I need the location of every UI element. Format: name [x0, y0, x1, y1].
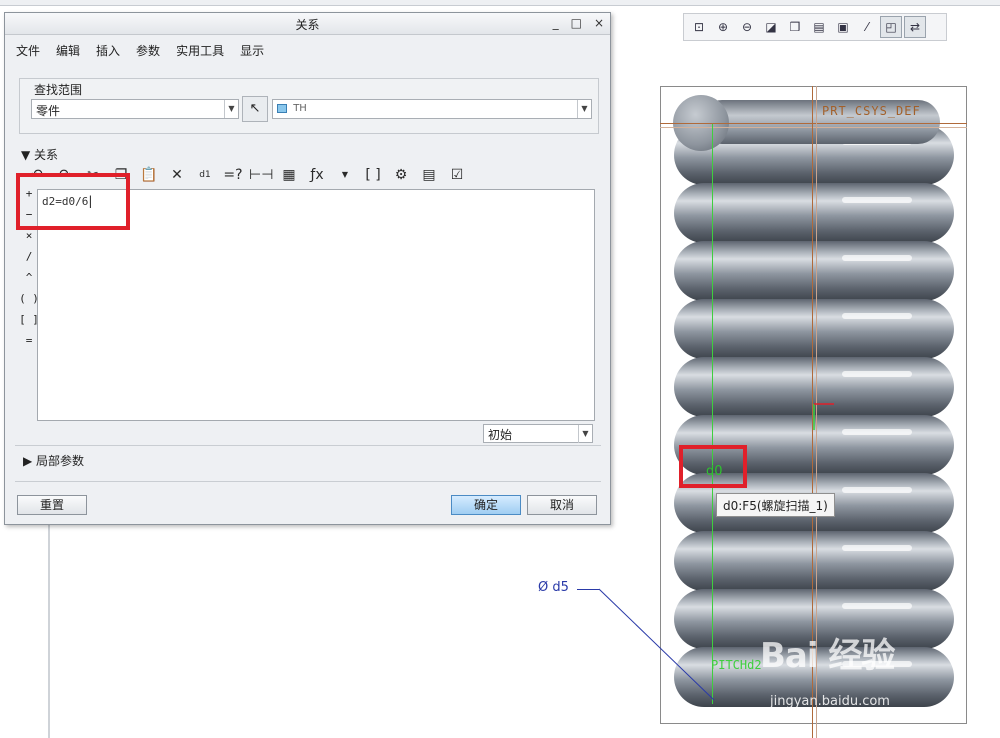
cancel-button[interactable]: 取消 — [527, 495, 597, 515]
part-icon — [277, 103, 287, 113]
menu-file[interactable]: 文件 — [16, 42, 40, 58]
datum-display-icon[interactable]: ⁄ — [856, 16, 878, 38]
diameter-leader-line — [599, 588, 715, 701]
zoom-fit-icon[interactable]: ⊡ — [688, 16, 710, 38]
top-toolbar-strip — [0, 0, 1000, 6]
annotation-highlight-box — [16, 173, 130, 230]
lookin-object-value: TH — [293, 103, 307, 114]
operator-equals[interactable]: = — [19, 334, 39, 355]
menu-edit[interactable]: 编辑 — [56, 42, 80, 58]
spin-center-icon[interactable]: ◰ — [880, 16, 902, 38]
menu-display[interactable]: 显示 — [240, 42, 264, 58]
view-orient-icon[interactable]: ❒ — [784, 16, 806, 38]
annotation-highlight-box — [679, 445, 747, 488]
divider — [15, 481, 601, 482]
operator-parentheses[interactable]: ( ) — [19, 292, 39, 313]
zoom-in-icon[interactable]: ⊕ — [712, 16, 734, 38]
lookin-group: 查找范围 零件 ▼ ↖ TH ▼ — [19, 78, 599, 134]
operator-multiply[interactable]: × — [19, 229, 39, 250]
local-params-label: 局部参数 — [36, 454, 85, 468]
delete-icon[interactable]: ✕ — [165, 164, 189, 186]
function-icon[interactable]: ƒx — [305, 164, 329, 186]
chevron-down-icon: ▼ — [577, 100, 591, 118]
reset-button[interactable]: 重置 — [17, 495, 87, 515]
relation-state-select[interactable]: 初始 ▼ — [483, 424, 593, 443]
chevron-down-icon: ▼ — [578, 425, 592, 443]
diameter-dimension[interactable]: Ø d5 — [538, 580, 569, 595]
repaint-icon[interactable]: ◪ — [760, 16, 782, 38]
sort-relations-icon[interactable]: ⚙ — [389, 164, 413, 186]
operator-power[interactable]: ^ — [19, 271, 39, 292]
sort-icon[interactable]: ▦ — [277, 164, 301, 186]
lookin-type-value: 零件 — [36, 104, 61, 118]
operator-brackets[interactable]: [ ] — [19, 313, 39, 334]
dimension-tooltip: d0:F5(螺旋扫描_1) — [716, 493, 835, 517]
watermark-url: jingyan.baidu.com — [770, 694, 890, 709]
menu-parameters[interactable]: 参数 — [136, 42, 160, 58]
divider — [15, 445, 601, 446]
relations-section-header[interactable]: ▼ 关系 — [21, 146, 58, 163]
diameter-leader — [577, 589, 599, 590]
spring-coil — [674, 531, 954, 591]
model-tree-border — [48, 520, 50, 738]
paste-icon[interactable]: 📋 — [137, 164, 161, 186]
local-params-header[interactable]: ▶ 局部参数 — [23, 452, 84, 469]
collapse-triangle-icon: ▼ — [21, 148, 35, 162]
expand-triangle-icon: ▶ — [23, 454, 37, 468]
dialog-title: 关系 — [295, 18, 320, 32]
saved-views-icon[interactable]: ▤ — [808, 16, 830, 38]
spring-coil — [674, 299, 954, 359]
measure-icon[interactable]: ⊢⊣ — [249, 164, 273, 186]
zoom-out-icon[interactable]: ⊖ — [736, 16, 758, 38]
datum-plane-line — [660, 127, 967, 128]
operator-divide[interactable]: / — [19, 250, 39, 271]
view-toolbar: ⊡ ⊕ ⊖ ◪ ❒ ▤ ▣ ⁄ ◰ ⇄ — [683, 13, 947, 41]
maximize-icon[interactable]: □ — [571, 16, 582, 30]
menu-insert[interactable]: 插入 — [96, 42, 120, 58]
close-icon[interactable]: × — [594, 16, 604, 30]
relation-state-value: 初始 — [488, 428, 513, 442]
dialog-titlebar[interactable]: 关系 _ □ × — [5, 13, 610, 35]
spring-coil — [674, 183, 954, 243]
chevron-down-icon[interactable]: ▼ — [333, 164, 357, 186]
menu-utilities[interactable]: 实用工具 — [176, 42, 224, 58]
display-style-icon[interactable]: ▣ — [832, 16, 854, 38]
lookin-type-select[interactable]: 零件 ▼ — [31, 99, 239, 119]
axis-marker-icon — [813, 403, 834, 430]
relations-header-label: 关系 — [34, 148, 59, 162]
spring-coil — [674, 241, 954, 301]
relations-dialog: 关系 _ □ × 文件 编辑 插入 参数 实用工具 显示 查找范围 零件 ▼ ↖… — [4, 12, 611, 525]
menu-bar: 文件 编辑 插入 参数 实用工具 显示 — [5, 35, 610, 65]
datum-plane-line — [660, 123, 967, 124]
verify-icon[interactable]: =? — [221, 164, 245, 186]
watermark-logo: Bai 经验 — [760, 636, 895, 676]
minimize-icon[interactable]: _ — [553, 16, 559, 30]
annotation-icon[interactable]: ⇄ — [904, 16, 926, 38]
parameters-icon[interactable]: [ ] — [361, 164, 385, 186]
switch-values-icon[interactable]: d1 — [193, 164, 217, 186]
csys-label: PRT_CSYS_DEF — [822, 104, 921, 118]
verify-relations-icon[interactable]: ☑ — [445, 164, 469, 186]
ok-button[interactable]: 确定 — [451, 495, 521, 515]
chevron-down-icon: ▼ — [224, 100, 238, 118]
select-pointer-icon[interactable]: ↖ — [242, 96, 268, 122]
execute-icon[interactable]: ▤ — [417, 164, 441, 186]
lookin-label: 查找范围 — [34, 83, 83, 97]
lookin-object-select[interactable]: TH ▼ — [272, 99, 592, 119]
